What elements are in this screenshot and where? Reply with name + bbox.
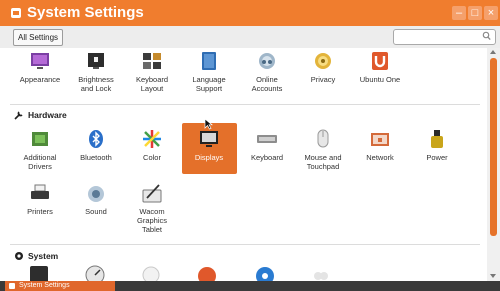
language-support-icon: [202, 52, 216, 70]
tile-label: Printers: [27, 207, 53, 216]
tile-label: Sound: [85, 207, 107, 216]
tile-displays[interactable]: Displays: [181, 128, 237, 162]
sound-icon: [88, 186, 104, 202]
scroll-up-arrow[interactable]: [490, 50, 496, 54]
tile-network[interactable]: Network: [352, 128, 408, 162]
tile-label: Network: [366, 153, 394, 162]
power-icon: [431, 130, 443, 148]
hardware-section-heading: Hardware: [14, 110, 67, 120]
ubuntu-one-icon: [372, 52, 388, 70]
system-item-icon[interactable]: [196, 264, 218, 281]
color-icon: [143, 130, 161, 148]
tile-printers[interactable]: Printers: [12, 182, 68, 216]
all-settings-button[interactable]: All Settings: [13, 29, 64, 46]
privacy-icon: [315, 53, 331, 69]
system-item-icon[interactable]: [28, 264, 50, 281]
keyboard-icon: [257, 135, 277, 143]
tile-online-accounts[interactable]: Online Accounts: [239, 50, 295, 93]
settings-app-icon: [9, 283, 15, 289]
printers-icon: [31, 184, 49, 199]
tile-wacom-tablet[interactable]: Wacom Graphics Tablet: [124, 182, 180, 234]
system-section-heading: System: [14, 251, 58, 261]
settings-content: Appearance Brightness and Lock Keyboard …: [0, 48, 487, 281]
tile-label: Displays: [194, 153, 224, 162]
taskbar: System Settings: [0, 281, 500, 291]
divider: [10, 104, 480, 105]
tile-language-support[interactable]: Language Support: [181, 50, 237, 93]
search-icon: [482, 31, 491, 41]
scroll-thumb[interactable]: [490, 58, 497, 236]
minimize-button[interactable]: –: [452, 6, 466, 20]
taskbar-item-system-settings[interactable]: System Settings: [5, 281, 115, 291]
divider: [10, 244, 480, 245]
tile-keyboard[interactable]: Keyboard: [239, 128, 295, 162]
mouse-cursor-icon: [204, 118, 213, 130]
system-item-icon[interactable]: [310, 264, 332, 281]
taskbar-item-label: System Settings: [19, 282, 70, 289]
tile-color[interactable]: Color: [124, 128, 180, 162]
displays-icon: [200, 131, 218, 147]
maximize-button[interactable]: □: [468, 6, 482, 20]
scroll-down-arrow[interactable]: [490, 274, 496, 278]
tile-brightness-lock[interactable]: Brightness and Lock: [68, 50, 124, 93]
system-item-icon[interactable]: [254, 264, 276, 281]
tile-label: Keyboard: [250, 153, 284, 162]
section-title: System: [28, 251, 59, 261]
tile-label: Ubuntu One: [359, 75, 401, 84]
tile-label: Color: [143, 153, 161, 162]
tile-keyboard-layout[interactable]: Keyboard Layout: [124, 50, 180, 93]
section-title: Hardware: [28, 110, 67, 120]
network-icon: [371, 133, 389, 146]
search-input[interactable]: [393, 29, 496, 45]
keyboard-layout-icon: [143, 53, 161, 69]
tile-power[interactable]: Power: [409, 128, 465, 162]
tile-privacy[interactable]: Privacy: [295, 50, 351, 84]
tile-label: Mouse and Touchpad: [304, 153, 342, 171]
additional-drivers-icon: [32, 132, 48, 146]
tile-label: Appearance: [19, 75, 61, 84]
close-button[interactable]: ×: [484, 6, 498, 20]
tile-additional-drivers[interactable]: Additional Drivers: [12, 128, 68, 171]
system-item-icon[interactable]: [84, 264, 106, 281]
wrench-icon: [14, 111, 23, 120]
system-gear-icon: [15, 252, 23, 260]
title-bar: System Settings – □ ×: [0, 0, 500, 26]
bluetooth-icon: [89, 130, 103, 148]
appearance-icon: [31, 53, 49, 69]
scrollbar[interactable]: [487, 48, 500, 281]
tile-label: Language Support: [192, 75, 226, 93]
brightness-lock-icon: [88, 53, 104, 69]
tile-label: Online Accounts: [251, 75, 283, 93]
toolbar: All Settings: [0, 26, 500, 49]
online-accounts-icon: [259, 53, 275, 69]
tile-label: Privacy: [310, 75, 336, 84]
mouse-icon: [317, 129, 329, 148]
tile-label: Power: [426, 153, 448, 162]
tile-appearance[interactable]: Appearance: [12, 50, 68, 84]
tile-ubuntu-one[interactable]: Ubuntu One: [352, 50, 408, 84]
tile-label: Additional Drivers: [23, 153, 57, 171]
tile-mouse-touchpad[interactable]: Mouse and Touchpad: [295, 128, 351, 171]
tile-label: Brightness and Lock: [78, 75, 114, 93]
tile-label: Keyboard Layout: [135, 75, 169, 93]
window-title: System Settings: [27, 4, 144, 21]
tile-bluetooth[interactable]: Bluetooth: [68, 128, 124, 162]
wacom-icon: [142, 184, 162, 203]
tile-sound[interactable]: Sound: [68, 182, 124, 216]
tile-label: Bluetooth: [80, 153, 112, 162]
settings-app-icon: [11, 8, 21, 18]
system-item-icon[interactable]: [140, 264, 162, 281]
tile-label: Wacom Graphics Tablet: [136, 207, 167, 234]
